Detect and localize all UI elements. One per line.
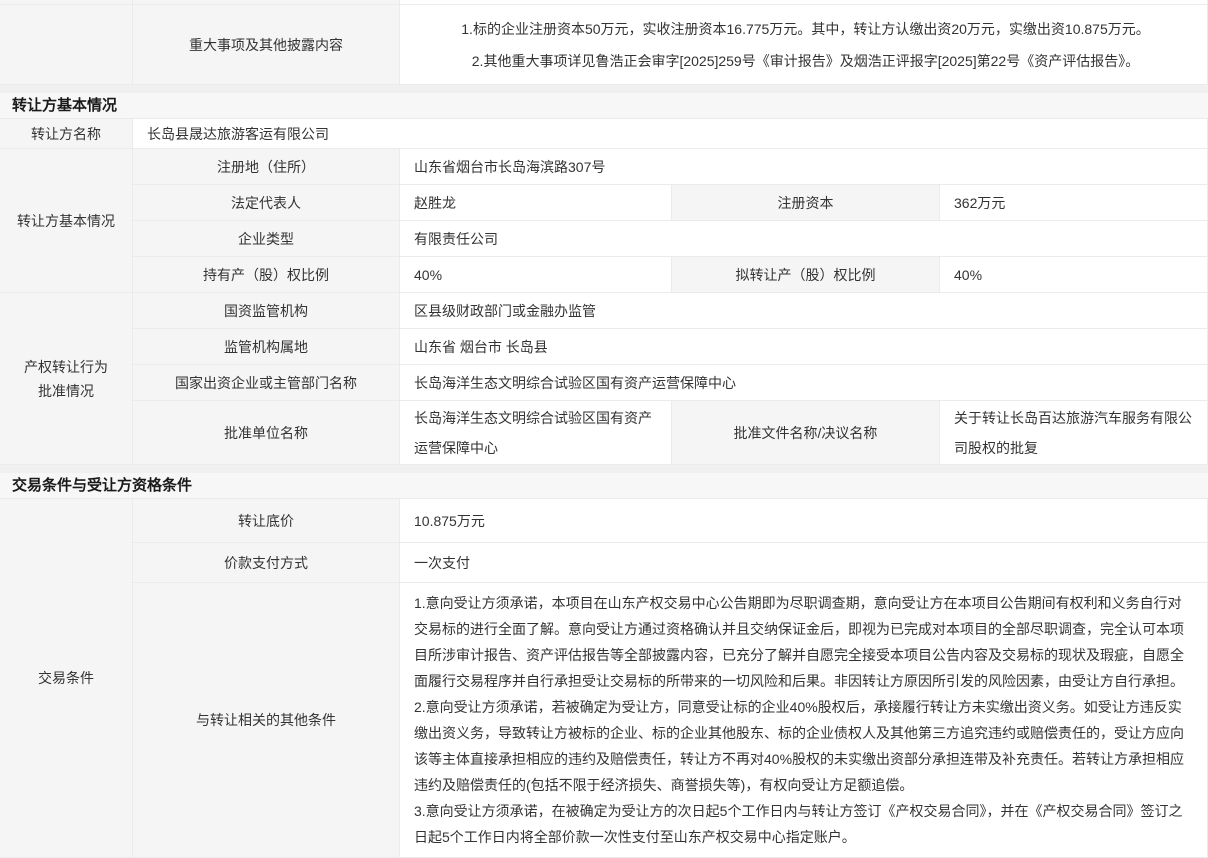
group-label-spacer	[0, 5, 133, 85]
section-disclosure: 重大事项及其他披露内容 1.标的企业注册资本50万元，实收注册资本16.775万…	[0, 0, 1208, 85]
table-row: 持有产（股）权比例 40% 拟转让产（股）权比例 40%	[133, 257, 1208, 293]
approval-group: 产权转让行为 批准情况 国资监管机构 区县级财政部门或金融办监管 监管机构属地 …	[0, 293, 1208, 465]
deal-group: 交易条件 转让底价 10.875万元 价款支付方式 一次支付 与转让相关的其他条…	[0, 499, 1208, 858]
condition-clause-1: 1.意向受让方须承诺，本项目在山东产权交易中心公告期即为尽职调查期，意向受让方在…	[414, 590, 1193, 694]
section-title: 转让方基本情况	[0, 93, 1208, 119]
field-label: 价款支付方式	[133, 543, 400, 583]
table-row: 国家出资企业或主管部门名称 长岛海洋生态文明综合试验区国有资产运营保障中心	[133, 365, 1208, 401]
field-label: 转让方名称	[0, 119, 133, 149]
field-value: 有限责任公司	[400, 221, 1208, 257]
table-row: 转让底价 10.875万元	[133, 499, 1208, 543]
field-label: 企业类型	[133, 221, 400, 257]
field-label: 注册地（住所）	[133, 149, 400, 185]
listing-page: { "colors": { "page_bg": "#f0f0f0", "lab…	[0, 0, 1208, 858]
condition-clause-2: 2.意向受让方须承诺，若被确定为受让方，同意受让标的企业40%股权后，承接履行转…	[414, 694, 1193, 798]
table-row: 批准单位名称 长岛海洋生态文明综合试验区国有资产运营保障中心 批准文件名称/决议…	[133, 401, 1208, 465]
field-value: 关于转让长岛百达旅游汽车服务有限公司股权的批复	[940, 401, 1208, 465]
field-value: 山东省烟台市长岛海滨路307号	[400, 149, 1208, 185]
group-label: 产权转让行为 批准情况	[0, 293, 133, 465]
section-title: 交易条件与受让方资格条件	[0, 473, 1208, 499]
field-value: 赵胜龙	[400, 185, 672, 221]
field-value: 区县级财政部门或金融办监管	[400, 293, 1208, 329]
table-row: 转让方名称 长岛县晟达旅游客运有限公司	[0, 119, 1208, 149]
disclosure-line-2: 2.其他重大事项详见鲁浩正会审字[2025]259号《审计报告》及烟浩正评报字[…	[472, 45, 1139, 77]
field-value: 山东省 烟台市 长岛县	[400, 329, 1208, 365]
field-value: 一次支付	[400, 543, 1208, 583]
table-row: 监管机构属地 山东省 烟台市 长岛县	[133, 329, 1208, 365]
table-row: 企业类型 有限责任公司	[133, 221, 1208, 257]
table-row: 注册地（住所） 山东省烟台市长岛海滨路307号	[133, 149, 1208, 185]
field-label: 注册资本	[672, 185, 940, 221]
field-value: 1.标的企业注册资本50万元，实收注册资本16.775万元。其中，转让方认缴出资…	[400, 5, 1208, 85]
field-value: 10.875万元	[400, 499, 1208, 543]
group-label-line-2: 批准情况	[38, 379, 94, 403]
table-row: 国资监管机构 区县级财政部门或金融办监管	[133, 293, 1208, 329]
field-label: 批准单位名称	[133, 401, 400, 465]
field-label: 转让底价	[133, 499, 400, 543]
transferor-basic-group: 转让方基本情况 注册地（住所） 山东省烟台市长岛海滨路307号 法定代表人 赵胜…	[0, 149, 1208, 293]
section-divider	[0, 465, 1208, 473]
field-label: 拟转让产（股）权比例	[672, 257, 940, 293]
field-label: 国家出资企业或主管部门名称	[133, 365, 400, 401]
group-label-line-1: 产权转让行为	[24, 355, 108, 379]
section-deal-conditions: 交易条件与受让方资格条件 交易条件 转让底价 10.875万元 价款支付方式 一…	[0, 473, 1208, 858]
field-label: 监管机构属地	[133, 329, 400, 365]
field-value: 1.意向受让方须承诺，本项目在山东产权交易中心公告期即为尽职调查期，意向受让方在…	[400, 583, 1208, 858]
table-row: 重大事项及其他披露内容 1.标的企业注册资本50万元，实收注册资本16.775万…	[0, 5, 1208, 85]
table-row: 与转让相关的其他条件 1.意向受让方须承诺，本项目在山东产权交易中心公告期即为尽…	[133, 583, 1208, 858]
condition-clause-3: 3.意向受让方须承诺，在被确定为受让方的次日起5个工作日内与转让方签订《产权交易…	[414, 798, 1193, 850]
group-label: 转让方基本情况	[0, 149, 133, 293]
table-row: 价款支付方式 一次支付	[133, 543, 1208, 583]
field-value: 长岛海洋生态文明综合试验区国有资产运营保障中心	[400, 401, 672, 465]
field-value: 长岛县晟达旅游客运有限公司	[133, 119, 1208, 149]
field-value: 362万元	[940, 185, 1208, 221]
field-label: 法定代表人	[133, 185, 400, 221]
section-transferor: 转让方基本情况 转让方名称 长岛县晟达旅游客运有限公司 转让方基本情况 注册地（…	[0, 93, 1208, 465]
group-label: 交易条件	[0, 499, 133, 858]
disclosure-line-1: 1.标的企业注册资本50万元，实收注册资本16.775万元。其中，转让方认缴出资…	[461, 13, 1149, 45]
section-divider	[0, 85, 1208, 93]
field-value: 长岛海洋生态文明综合试验区国有资产运营保障中心	[400, 365, 1208, 401]
field-label: 批准文件名称/决议名称	[672, 401, 940, 465]
field-label: 与转让相关的其他条件	[133, 583, 400, 858]
field-value: 40%	[940, 257, 1208, 293]
field-label: 重大事项及其他披露内容	[133, 5, 400, 85]
field-label: 持有产（股）权比例	[133, 257, 400, 293]
table-row: 法定代表人 赵胜龙 注册资本 362万元	[133, 185, 1208, 221]
field-value: 40%	[400, 257, 672, 293]
field-label: 国资监管机构	[133, 293, 400, 329]
